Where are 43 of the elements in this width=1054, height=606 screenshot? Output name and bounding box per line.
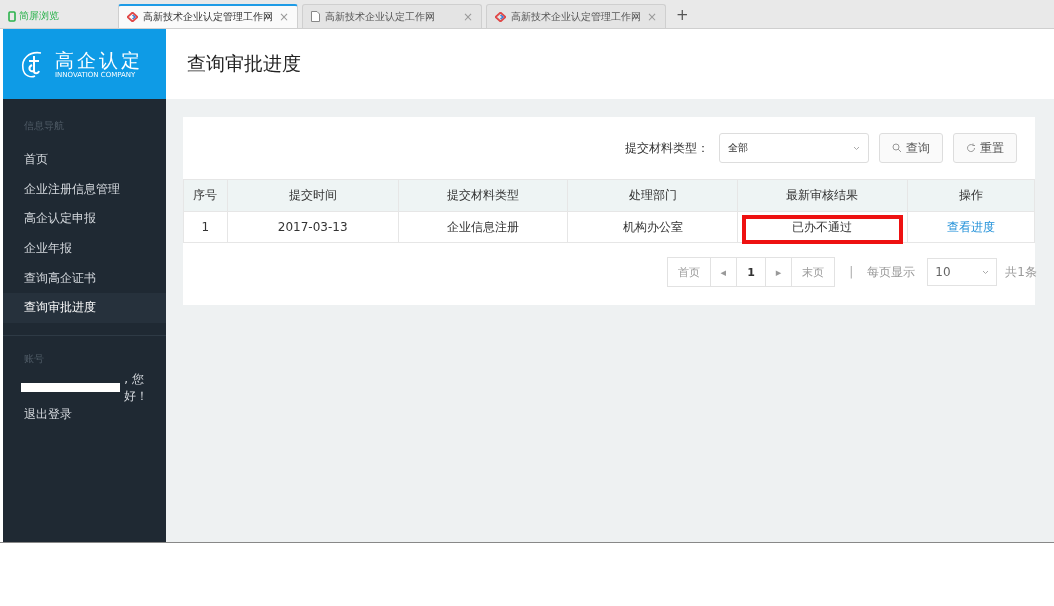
column-header: 序号 (183, 179, 228, 212)
sidebar-item[interactable]: 企业注册信息管理 (3, 174, 166, 205)
sidebar-item[interactable]: 高企认定申报 (3, 204, 166, 234)
browser-brand: 简屏浏览 (19, 9, 59, 23)
current-page-button[interactable]: 1 (736, 257, 766, 287)
greeting-text: , 您好！ (124, 370, 150, 405)
search-icon (892, 143, 902, 153)
view-progress-link[interactable]: 查看进度 (946, 219, 995, 234)
document-icon (311, 11, 320, 22)
column-header: 提交材料类型 (398, 179, 568, 212)
chevron-down-icon (853, 145, 860, 151)
total-count: 共1条 (1005, 263, 1037, 281)
column-header: 提交时间 (227, 179, 399, 212)
table-cell: 机构办公室 (567, 211, 738, 243)
sidebar-item[interactable]: 查询审批进度 (3, 292, 166, 323)
column-header: 操作 (907, 179, 1035, 212)
browser-tab[interactable]: 高新技术企业认定工作网 × (302, 4, 482, 28)
page-size-dropdown[interactable]: 10 (927, 258, 998, 286)
table-cell: 1 (183, 211, 228, 243)
chevron-down-icon (982, 269, 990, 275)
filter-label: 提交材料类型： (625, 139, 709, 157)
sidebar-item[interactable]: 首页 (3, 145, 166, 175)
page-size-label: 每页显示 (867, 263, 916, 281)
table-cell: 企业信息注册 (398, 211, 568, 243)
logo-title: 高企认定 (55, 49, 143, 71)
browser-logo-icon (8, 10, 16, 22)
column-header: 最新审核结果 (737, 179, 908, 212)
browser-tab[interactable]: 高新技术企业认定管理工作网 × (118, 4, 298, 28)
sidebar-item[interactable]: 企业年报 (3, 233, 166, 264)
separator-text: | (849, 265, 854, 279)
table-cell: 2017-03-13 (227, 211, 399, 243)
sidebar-item[interactable]: 查询高企证书 (3, 263, 166, 293)
column-header: 处理部门 (567, 179, 738, 212)
browser-tab[interactable]: 高新技术企业认定管理工作网 × (486, 4, 666, 28)
table-cell: 已办不通过 (737, 211, 908, 243)
refresh-icon (966, 143, 976, 153)
reset-button[interactable]: 重置 (953, 133, 1017, 163)
search-button[interactable]: 查询 (879, 133, 943, 163)
diamond-icon (495, 11, 506, 22)
diamond-icon (127, 12, 138, 22)
new-tab-button[interactable]: + (670, 6, 695, 28)
material-type-dropdown[interactable]: 全部 (719, 133, 869, 163)
page-title: 查询审批进度 (187, 51, 301, 76)
